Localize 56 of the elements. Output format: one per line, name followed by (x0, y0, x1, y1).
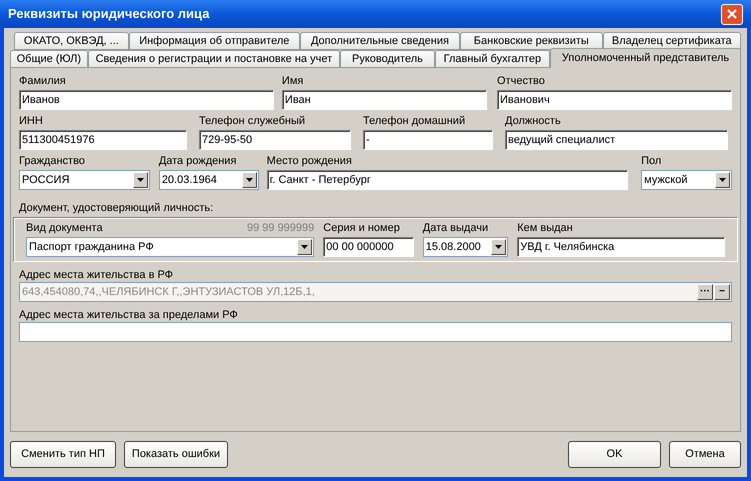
tab[interactable]: Информация об отправителе (128, 32, 300, 50)
dropdown-arrow-icon (719, 178, 726, 182)
dropdown[interactable]: 20.03.1964 (158, 170, 259, 190)
input-field[interactable]: - (363, 130, 493, 150)
dropdown-arrow-icon (246, 178, 253, 182)
input-field[interactable]: Иванович (497, 90, 732, 110)
field-label: Гражданство (19, 154, 85, 168)
tab[interactable]: Главный бухгалтер (434, 50, 550, 68)
close-icon (726, 8, 738, 20)
field-label: Место рождения (266, 154, 352, 168)
input-field[interactable]: 00 00 000000 (323, 237, 414, 257)
input-field[interactable]: 511300451976 (19, 130, 187, 150)
tab[interactable]: Руководитель (340, 50, 435, 68)
field-label: ИНН (19, 114, 43, 128)
field-label: Адрес места жительства в РФ (19, 268, 174, 281)
input-field[interactable]: 729-95-50 (199, 130, 351, 150)
tab[interactable]: Уполномоченный представитель (550, 48, 741, 68)
field-label: Имя (282, 74, 304, 88)
close-button[interactable] (721, 4, 743, 24)
tab[interactable]: Общие (ЮЛ) (10, 50, 88, 68)
dropdown[interactable]: 15.08.2000 (422, 237, 508, 257)
dialog-button[interactable]: Отмена (669, 441, 741, 468)
input-field[interactable]: г. Санкт - Петербург (266, 170, 628, 190)
tab[interactable]: ОКАТО, ОКВЭД, ... (14, 32, 129, 50)
field-label: Отчество (497, 74, 545, 88)
dropdown-arrow-icon (301, 245, 308, 249)
dropdown-arrow-icon (136, 178, 144, 182)
input-field[interactable]: Иванов (19, 90, 274, 110)
input-field[interactable]: ведущий специалист (505, 130, 728, 150)
field-label: Должность (505, 114, 561, 128)
format-hint: 99 99 999999 (246, 220, 314, 236)
field-label: Фамилия (19, 74, 66, 88)
tab[interactable]: Банковские реквизиты (460, 32, 603, 50)
field-label: Телефон домашний (363, 114, 466, 128)
dialog-button[interactable]: Сменить тип НП (10, 441, 116, 468)
dialog-button[interactable]: OK (568, 441, 661, 468)
field-label: Адрес места жительства за пределами РФ (19, 308, 239, 321)
input-field[interactable]: УВД г. Челябинска (517, 237, 725, 257)
window-title: Реквизиты юридического лица (8, 5, 210, 24)
field-label: Вид документа (26, 220, 103, 236)
field-label: Кем выдан (517, 220, 573, 236)
dropdown[interactable]: РОССИЯ (19, 170, 150, 190)
field-label: Серия и номер (323, 220, 400, 236)
field-label: Дата выдачи (422, 220, 488, 236)
dialog-button[interactable]: Показать ошибки (124, 441, 228, 468)
dropdown[interactable]: мужской (641, 170, 732, 190)
field-label: Дата рождения (158, 154, 236, 168)
tab[interactable]: Дополнительные сведения (300, 32, 460, 50)
dropdown[interactable]: Паспорт гражданина РФ (26, 237, 314, 257)
field-label: Телефон служебный (199, 114, 306, 128)
group-title: Документ, удостоверяющий личность: (19, 201, 214, 214)
dropdown-arrow-icon (495, 245, 502, 249)
field-label: Пол (641, 154, 662, 168)
input-field[interactable] (19, 322, 732, 342)
tab[interactable]: Сведения о регистрации и постановке на учет (88, 50, 340, 68)
input-field[interactable]: Иван (282, 90, 488, 110)
